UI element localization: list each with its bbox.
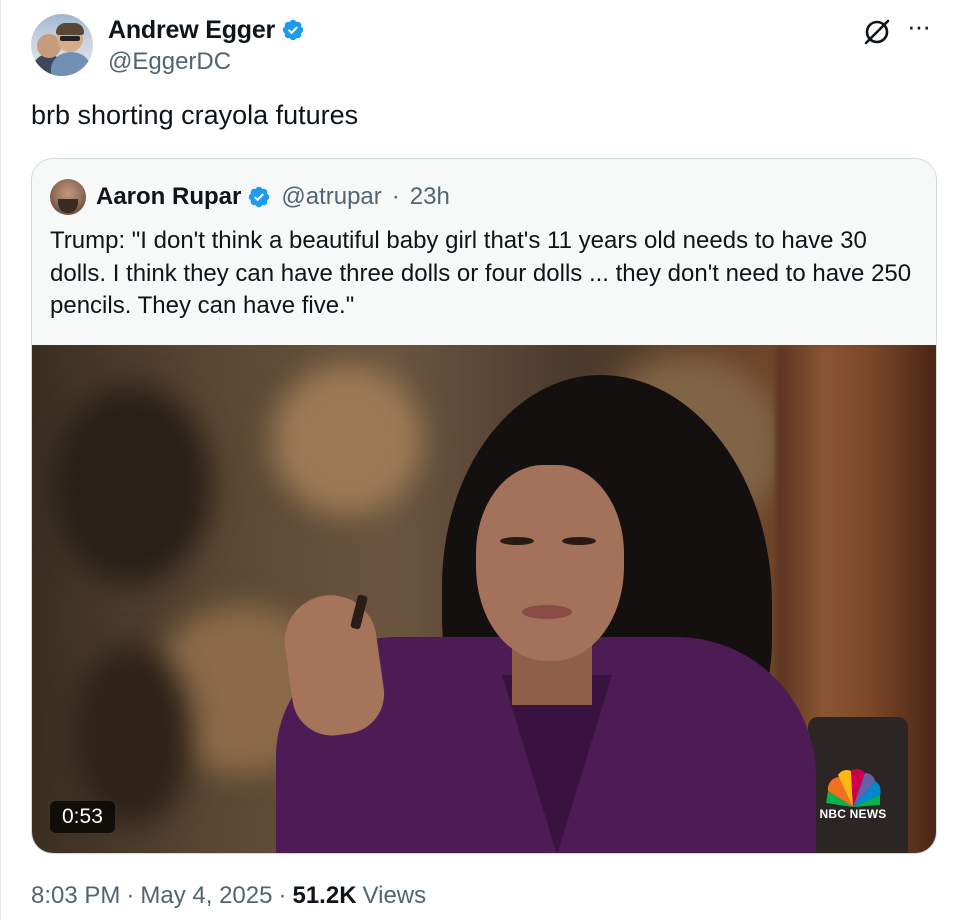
quoted-tweet-text: Trump: "I don't think a beautiful baby g… — [50, 227, 912, 319]
video-player[interactable]: 0:53 NBC NEWS — [32, 345, 936, 853]
background-pattern — [52, 385, 212, 585]
views-label: Views — [362, 882, 427, 909]
avatar-person-right-body — [51, 52, 91, 76]
avatar-person-right-hair — [56, 23, 84, 35]
nbc-news-wordmark: NBC NEWS — [819, 807, 887, 821]
tweet-text: brb shorting crayola futures — [31, 100, 359, 130]
views-count[interactable]: 51.2K — [292, 882, 356, 910]
tweet-date[interactable]: May 4, 2025 — [140, 882, 272, 910]
grok-icon[interactable] — [861, 16, 893, 48]
tweet-card: Andrew Egger @EggerDC ··· brb shorting c… — [0, 0, 958, 920]
quoted-name-row: Aaron Rupar @atrupar · 23h — [96, 181, 450, 213]
author-avatar[interactable] — [31, 14, 93, 76]
anchor-eyes — [500, 537, 600, 547]
author-name-row[interactable]: Andrew Egger — [108, 14, 305, 46]
nbc-peacock-icon — [826, 769, 881, 807]
separator-dot: · — [126, 882, 135, 909]
avatar-beard — [58, 199, 78, 213]
quoted-display-name[interactable]: Aaron Rupar — [96, 183, 241, 211]
video-duration: 0:53 — [50, 801, 115, 833]
anchor-lips — [522, 605, 572, 619]
author-display-name[interactable]: Andrew Egger — [108, 16, 275, 45]
tweet-meta: 8:03 PM · May 4, 2025 · 51.2K Views — [31, 882, 426, 910]
quoted-handle[interactable]: @atrupar — [281, 183, 381, 211]
author-handle[interactable]: @EggerDC — [108, 48, 231, 76]
quoted-tweet[interactable]: Aaron Rupar @atrupar · 23h Trump: "I don… — [31, 158, 937, 854]
quoted-time[interactable]: 23h — [410, 183, 450, 211]
verified-badge-icon — [249, 186, 270, 208]
verified-badge-icon — [282, 19, 304, 41]
background-pattern — [272, 365, 422, 515]
quoted-author-avatar[interactable] — [50, 179, 86, 215]
more-options-icon[interactable]: ··· — [907, 12, 931, 40]
separator-dot: · — [278, 882, 287, 909]
anchor-face — [476, 465, 624, 661]
avatar-glasses — [60, 36, 80, 41]
separator-dot: · — [391, 183, 400, 210]
background-pattern — [72, 645, 192, 825]
tweet-time[interactable]: 8:03 PM — [31, 882, 120, 910]
